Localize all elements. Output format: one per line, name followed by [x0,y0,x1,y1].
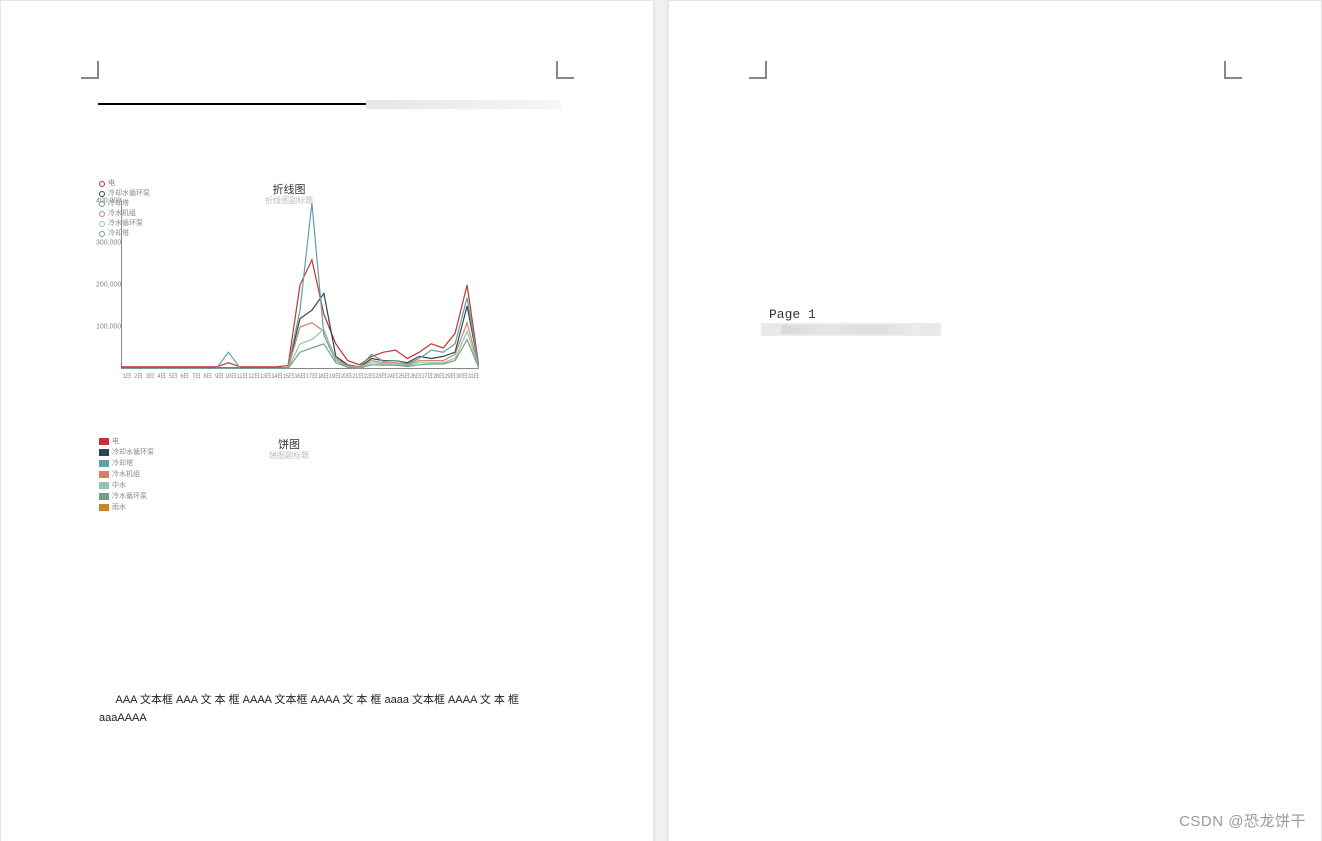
x-tick-label: 30日 [456,371,468,381]
legend-swatch-icon [99,438,109,445]
body-text-content: AAA 文本框 AAA 文 本 框 AAAA 文本框 AAAA 文 本 框 aa… [99,694,519,724]
legend-label: 冷水循环泵 [112,491,147,502]
page-number-label: Page 1 [769,307,816,322]
legend-item: 冷水机组 [99,469,154,480]
x-tick-label: 21日 [352,371,364,381]
x-tick-label: 29日 [444,371,456,381]
legend-label: 中水 [112,480,126,491]
legend-label: 雨水 [112,502,126,513]
redacted-bar [366,100,561,109]
watermark: CSDN @恐龙饼干 [1179,810,1306,831]
legend-label: 冷却塔 [112,458,133,469]
x-tick-label: 7日 [190,371,202,381]
line-chart-plot [121,201,479,369]
redacted-bar [761,323,941,336]
x-tick-label: 6日 [179,371,191,381]
x-tick-label: 20日 [340,371,352,381]
x-tick-label: 4日 [156,371,168,381]
pie-chart-legend: 电冷却水循环泵冷却塔冷水机组中水冷水循环泵雨水 [99,436,154,513]
x-tick-label: 28日 [433,371,445,381]
y-tick-label: 100,000 [96,324,121,331]
x-tick-label: 26日 [410,371,422,381]
legend-swatch-icon [99,482,109,489]
x-tick-label: 5日 [167,371,179,381]
x-tick-label: 19日 [329,371,341,381]
legend-label: 电 [112,436,119,447]
crop-mark-icon [81,61,99,79]
legend-item: 冷却塔 [99,458,154,469]
horizontal-rule [98,103,366,105]
legend-item: 雨水 [99,502,154,513]
pie-chart-subtitle: 饼图副标题 [269,450,309,461]
legend-swatch-icon [99,460,109,467]
legend-swatch-icon [99,191,105,197]
legend-item: 中水 [99,480,154,491]
legend-item: 冷却水循环泵 [99,447,154,458]
legend-swatch-icon [99,221,105,227]
legend-swatch-icon [99,504,109,511]
legend-item: 电 [99,436,154,447]
crop-mark-icon [1224,61,1242,79]
x-tick-label: 3日 [144,371,156,381]
legend-swatch-icon [99,493,109,500]
legend-swatch-icon [99,449,109,456]
x-tick-label: 11日 [236,371,248,381]
x-tick-labels: 1日2日3日4日5日6日7日8日9日10日11日12日13日14日15日16日1… [121,371,479,381]
x-tick-label: 9日 [213,371,225,381]
legend-swatch-icon [99,231,105,237]
legend-item: 电 [99,179,150,189]
x-tick-label: 17日 [306,371,318,381]
x-tick-label: 22日 [363,371,375,381]
x-tick-label: 24日 [387,371,399,381]
x-tick-label: 8日 [202,371,214,381]
crop-mark-icon [749,61,767,79]
x-tick-label: 23日 [375,371,387,381]
crop-mark-icon [556,61,574,79]
x-tick-label: 18日 [317,371,329,381]
body-paragraph: AAA 文本框 AAA 文 本 框 AAAA 文本框 AAAA 文 本 框 aa… [99,691,519,727]
legend-swatch-icon [99,181,105,187]
page-2: Page 1 [668,0,1322,841]
x-tick-label: 25日 [398,371,410,381]
x-tick-label: 10日 [225,371,237,381]
y-tick-label: 400,000 [96,198,121,205]
legend-label: 冷却水循环泵 [112,447,154,458]
legend-swatch-icon [99,211,105,217]
page-1: 电冷却水循环泵冷却塔冷水机组冷水循环泵冷却塔 折线图 折线图副标题 100,00… [0,0,654,841]
x-tick-label: 16日 [294,371,306,381]
legend-label: 电 [108,179,115,189]
legend-item: 冷水循环泵 [99,491,154,502]
x-tick-label: 27日 [421,371,433,381]
pie-chart: 电冷却水循环泵冷却塔冷水机组中水冷水循环泵雨水 饼图 饼图副标题 [99,436,479,536]
legend-swatch-icon [99,471,109,478]
legend-label: 冷水机组 [112,469,140,480]
x-tick-label: 12日 [248,371,260,381]
x-tick-label: 13日 [260,371,272,381]
x-tick-label: 2日 [133,371,145,381]
x-tick-label: 1日 [121,371,133,381]
x-tick-label: 15日 [283,371,295,381]
y-tick-label: 300,000 [96,240,121,247]
y-tick-label: 200,000 [96,282,121,289]
line-chart: 电冷却水循环泵冷却塔冷水机组冷水循环泵冷却塔 折线图 折线图副标题 100,00… [99,181,479,381]
x-tick-label: 14日 [271,371,283,381]
x-tick-label: 31日 [467,371,479,381]
